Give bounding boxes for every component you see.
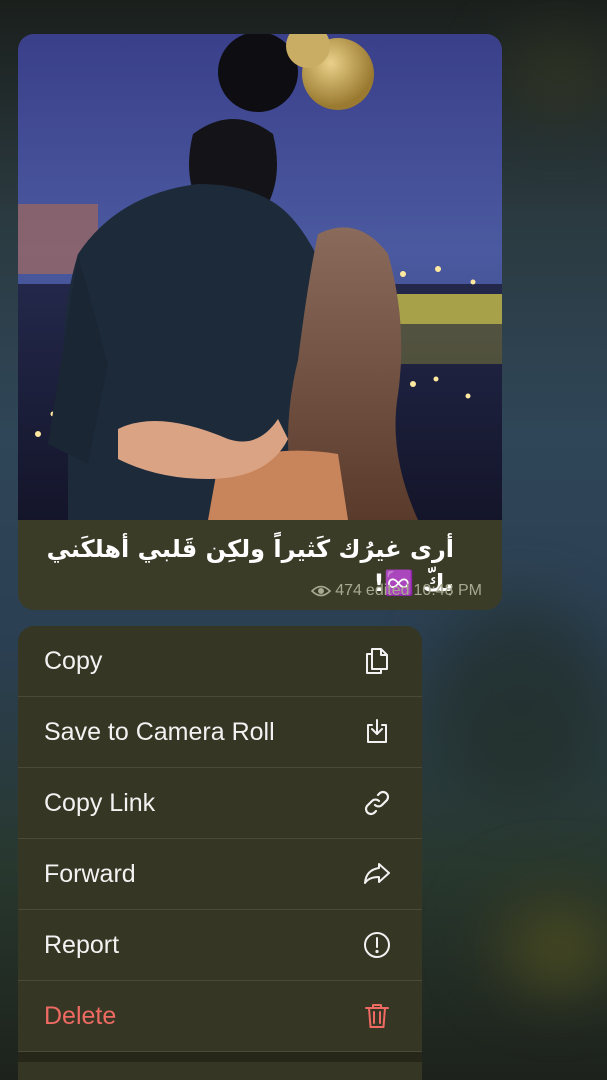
menu-item-label: Delete	[44, 1001, 117, 1030]
trash-icon	[360, 999, 394, 1033]
views-eye-icon	[311, 585, 332, 597]
menu-item-label: Report	[44, 930, 120, 959]
message-time: 10:48 PM	[413, 582, 482, 599]
context-menu: Copy Save to Camera Roll Copy Link Forwa…	[18, 626, 422, 1080]
save-icon	[360, 715, 394, 749]
menu-item-label: Save to Camera Roll	[44, 717, 275, 746]
message-photo[interactable]	[18, 34, 502, 520]
forward-icon	[360, 857, 394, 891]
link-icon	[360, 786, 394, 820]
menu-item-forward[interactable]: Forward	[18, 839, 422, 910]
menu-separator	[18, 1052, 422, 1062]
menu-item-label: Forward	[44, 859, 136, 888]
menu-item-delete[interactable]: Delete	[18, 981, 422, 1052]
copy-icon	[360, 644, 394, 678]
menu-item-save-to-camera-roll[interactable]: Save to Camera Roll	[18, 697, 422, 768]
edited-label: edited	[365, 582, 410, 599]
views-count: 474	[335, 582, 362, 599]
menu-item-copy-link[interactable]: Copy Link	[18, 768, 422, 839]
report-icon	[360, 928, 394, 962]
message-meta: 474 edited 10:48 PM	[311, 582, 482, 600]
menu-item-label: Copy	[44, 646, 103, 675]
menu-item-label: Copy Link	[44, 788, 156, 817]
menu-item-copy[interactable]: Copy	[18, 626, 422, 697]
message-bubble[interactable]: أرى غيرُك كَثيراً ولكِن قَلبي أهلكَني بك…	[18, 34, 502, 610]
menu-item-report[interactable]: Report	[18, 910, 422, 981]
